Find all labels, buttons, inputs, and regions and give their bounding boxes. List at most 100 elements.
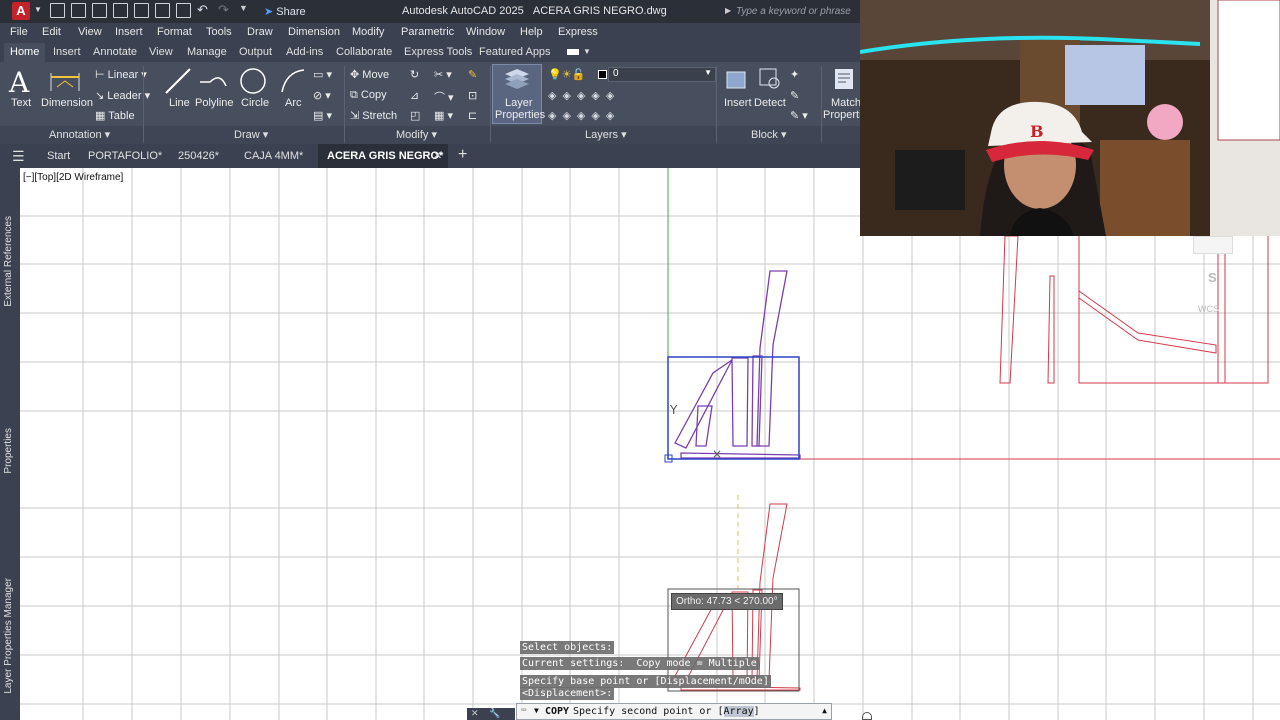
close-tab-icon[interactable]: ✕ xyxy=(433,149,442,162)
tab-output[interactable]: Output xyxy=(233,43,278,62)
detect-button[interactable]: Detect xyxy=(754,97,786,109)
chevron-down-icon[interactable]: ▼ xyxy=(34,5,42,14)
command-line[interactable]: ⌨ ▼ COPY Specify second point or [Array]… xyxy=(516,703,832,720)
arc-button[interactable]: Arc xyxy=(285,97,302,109)
hatch-icon[interactable]: ⊘ ▾ xyxy=(313,89,331,102)
undo-icon[interactable]: ↶ xyxy=(197,3,212,18)
array-option[interactable]: Array xyxy=(723,706,754,717)
drawing-area[interactable]: Y × xyxy=(20,168,1280,720)
gradient-icon[interactable]: ▤ ▾ xyxy=(313,109,332,122)
block-attributes-icon[interactable]: ✎ ▾ xyxy=(790,109,808,122)
copy-button[interactable]: ⧉ Copy xyxy=(350,89,387,102)
move-button[interactable]: ✥ Move xyxy=(350,68,389,81)
selected-object[interactable] xyxy=(674,270,801,459)
existing-geometry[interactable] xyxy=(999,235,1269,384)
tab-express-tools[interactable]: Express Tools xyxy=(398,43,478,62)
menu-tools[interactable]: Tools xyxy=(206,26,232,38)
tab-insert[interactable]: Insert xyxy=(47,43,87,62)
layer-state-icons[interactable]: 💡☀🔓 xyxy=(548,68,585,81)
properties-palette[interactable]: Properties xyxy=(3,428,14,474)
rotate-icon[interactable]: ↻ xyxy=(410,68,419,81)
viewcube[interactable] xyxy=(1193,236,1233,254)
panel-annotation-label[interactable]: Annotation ▾ xyxy=(49,128,110,141)
menu-insert[interactable]: Insert xyxy=(115,26,143,38)
arc-icon[interactable] xyxy=(278,66,308,96)
ribbon-minimize-icon[interactable] xyxy=(567,49,579,55)
menu-hamburger-icon[interactable]: ☰ xyxy=(12,148,25,165)
file-tab-250426[interactable]: 250426* xyxy=(178,150,219,162)
panel-block-label[interactable]: Block ▾ xyxy=(751,128,786,141)
erase-icon[interactable]: ✎ xyxy=(468,68,477,81)
trim-icon[interactable]: ✂ ▾ xyxy=(434,68,452,81)
menu-edit[interactable]: Edit xyxy=(42,26,61,38)
circle-button[interactable]: Circle xyxy=(241,97,269,109)
menu-express[interactable]: Express xyxy=(558,26,598,38)
menu-parametric[interactable]: Parametric xyxy=(401,26,454,38)
file-tab-portafolio[interactable]: PORTAFOLIO* xyxy=(88,150,162,162)
chevron-up-icon[interactable]: ▲ xyxy=(822,706,827,715)
dimension-button[interactable]: Dimension xyxy=(41,97,93,109)
offset-icon[interactable]: ⊏ xyxy=(468,109,477,122)
file-tab-acera[interactable]: ACERA GRIS NEGRO* xyxy=(327,150,443,162)
layer-properties-palette[interactable]: Layer Properties Manager xyxy=(3,578,14,694)
panel-modify-label[interactable]: Modify ▾ xyxy=(396,128,437,141)
wcs-menu[interactable]: WCS xyxy=(1198,304,1219,314)
panel-draw-label[interactable]: Draw ▾ xyxy=(234,128,268,141)
chevron-down-icon[interactable]: ▼ xyxy=(534,706,539,715)
share-button[interactable]: ➤ Share xyxy=(264,5,306,18)
explode-icon[interactable]: ⊡ xyxy=(468,89,477,102)
mirror-icon[interactable]: ⊿ xyxy=(410,89,419,102)
menu-window[interactable]: Window xyxy=(466,26,505,38)
new-tab-icon[interactable]: + xyxy=(458,146,467,164)
array-icon[interactable]: ▦ ▾ xyxy=(434,109,453,122)
tab-collaborate[interactable]: Collaborate xyxy=(330,43,398,62)
save-icon[interactable] xyxy=(92,3,107,18)
viewport-controls[interactable]: [−][Top][2D Wireframe] xyxy=(23,172,123,183)
scale-icon[interactable]: ◰ xyxy=(410,109,420,122)
detect-icon[interactable] xyxy=(757,66,783,92)
web-save-icon[interactable] xyxy=(155,3,170,18)
tab-add-ins[interactable]: Add-ins xyxy=(280,43,329,62)
text-button[interactable]: Text xyxy=(11,97,31,109)
open-folder-icon[interactable] xyxy=(71,3,86,18)
line-icon[interactable] xyxy=(163,66,193,96)
menu-view[interactable]: View xyxy=(78,26,102,38)
web-open-icon[interactable] xyxy=(134,3,149,18)
model-space[interactable]: Y × xyxy=(20,168,1280,720)
stretch-button[interactable]: ⇲ Stretch xyxy=(350,109,397,122)
tab-manage[interactable]: Manage xyxy=(181,43,233,62)
layer-tools-row-1[interactable]: ◈◈◈◈◈ xyxy=(548,89,620,102)
create-block-icon[interactable]: ✦ xyxy=(790,68,799,81)
menu-dimension[interactable]: Dimension xyxy=(288,26,340,38)
polyline-button[interactable]: Polyline xyxy=(195,97,234,109)
menu-file[interactable]: File xyxy=(10,26,28,38)
layer-tools-row-2[interactable]: ◈◈◈◈◈ xyxy=(548,109,620,122)
text-icon[interactable]: A xyxy=(9,66,29,99)
insert-block-icon[interactable] xyxy=(724,66,750,92)
customize-qat-icon[interactable]: ▼ xyxy=(239,3,254,18)
tab-featured-apps[interactable]: Featured Apps xyxy=(473,43,557,62)
chevron-right-icon[interactable]: ▶ xyxy=(725,6,731,15)
command-prompt[interactable]: Specify second point or [Array] xyxy=(573,706,760,717)
linear-button[interactable]: ⊢ Linear ▾ xyxy=(95,68,147,81)
circle-icon[interactable] xyxy=(238,66,268,96)
menu-draw[interactable]: Draw xyxy=(247,26,273,38)
edit-block-icon[interactable]: ✎ xyxy=(790,89,799,102)
plot-icon[interactable] xyxy=(176,3,191,18)
command-line-grip[interactable]: ✕ 🔧 xyxy=(467,708,515,720)
table-button[interactable]: ▦ Table xyxy=(95,109,135,122)
chevron-down-icon[interactable]: ▼ xyxy=(583,47,591,56)
viewcube-south[interactable]: S xyxy=(1208,270,1217,285)
new-file-icon[interactable] xyxy=(50,3,65,18)
file-tab-caja[interactable]: CAJA 4MM* xyxy=(244,150,303,162)
tab-view[interactable]: View xyxy=(143,43,179,62)
leader-button[interactable]: ↘ Leader ▾ xyxy=(95,89,150,102)
layer-dropdown[interactable]: 0 ▼ xyxy=(608,67,716,82)
save-as-icon[interactable] xyxy=(113,3,128,18)
tab-home[interactable]: Home xyxy=(4,43,46,62)
search-input[interactable]: Type a keyword or phrase xyxy=(724,3,860,20)
close-icon[interactable]: ✕ xyxy=(471,708,479,719)
redo-icon[interactable]: ↷ xyxy=(218,3,233,18)
wrench-icon[interactable]: 🔧 xyxy=(489,708,500,719)
app-logo[interactable]: A xyxy=(12,2,30,20)
